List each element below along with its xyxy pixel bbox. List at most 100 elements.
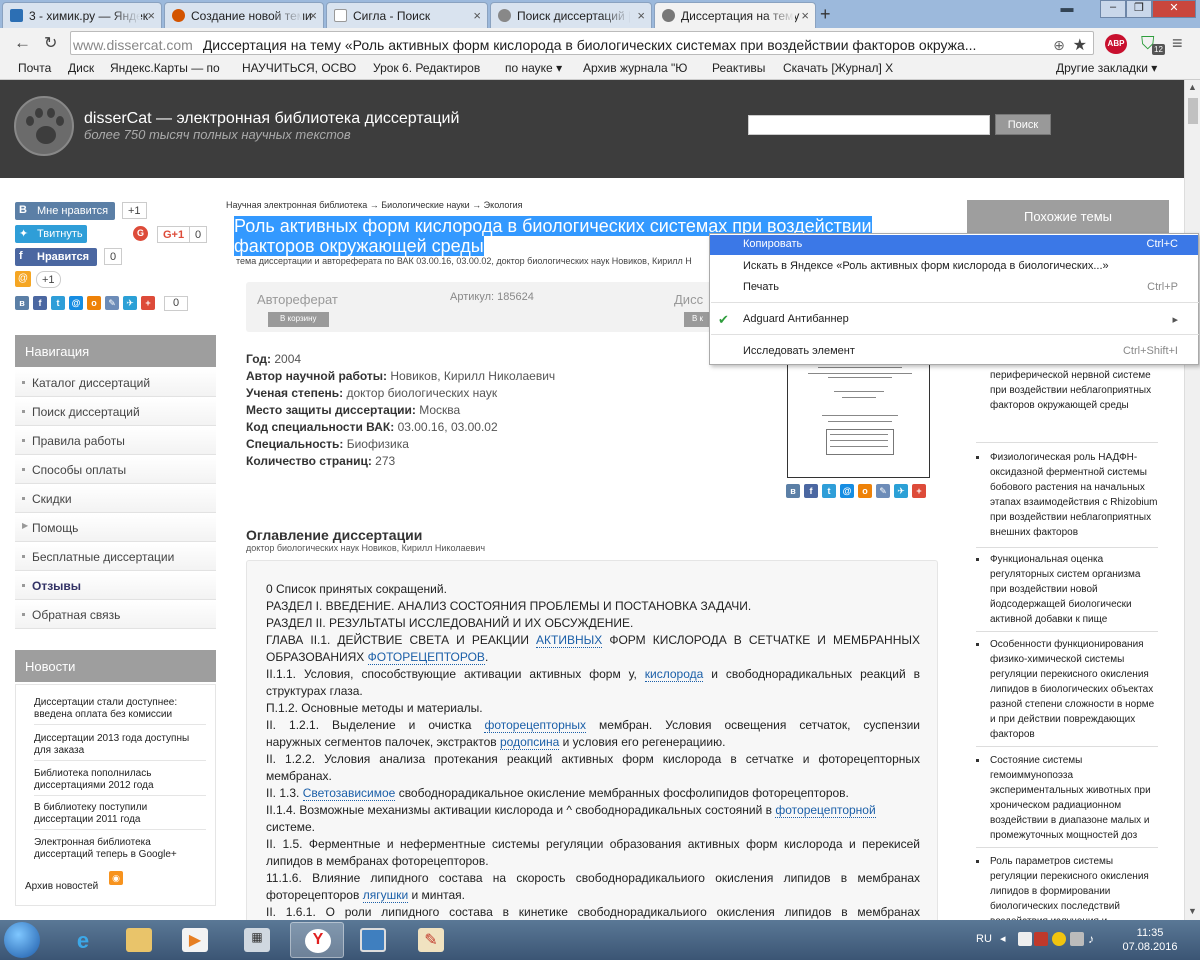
tab-new-topic[interactable]: Создание новой теми × [164, 2, 324, 28]
glossary-link[interactable]: фоторецепторных [484, 718, 587, 733]
scroll-down-arrow-icon[interactable]: ▼ [1188, 906, 1197, 916]
maximize-button[interactable]: ❐ [1126, 0, 1152, 18]
adblock-plus-icon[interactable]: ABP [1105, 34, 1127, 54]
show-hidden-icons-icon[interactable]: ◂ [1000, 932, 1006, 945]
tray-app-icon[interactable] [1018, 932, 1032, 946]
scroll-up-arrow-icon[interactable]: ▲ [1188, 82, 1197, 92]
other-bookmarks[interactable]: Другие закладки ▾ [1056, 61, 1157, 75]
nav-item-free[interactable]: Бесплатные диссертации [15, 543, 216, 571]
bookmark-folder[interactable]: по науке ▾ [505, 61, 562, 75]
address-bar[interactable]: www.dissercat.com Диссертация на тему «Ро… [70, 31, 1094, 55]
tab-himik[interactable]: 3 - химик.ру — Яндек × [2, 2, 162, 28]
news-item[interactable]: Диссертации стали доступнее: введена опл… [34, 697, 206, 725]
vk-share-icon[interactable]: в [15, 296, 29, 310]
nav-item-reviews[interactable]: Отзывы [15, 572, 216, 600]
tray-antivirus-icon[interactable] [1034, 932, 1048, 946]
livejournal-share-icon[interactable]: ✎ [876, 484, 890, 498]
glossary-link[interactable]: лягушки [362, 888, 409, 903]
news-item[interactable]: Диссертации 2013 года доступны для заказ… [34, 733, 206, 761]
bookmark-item[interactable]: Яндекс.Карты — по [110, 61, 220, 75]
close-tab-icon[interactable]: × [309, 8, 317, 23]
volume-icon[interactable]: ♪ [1088, 932, 1102, 946]
livejournal-share-icon[interactable]: ✎ [105, 296, 119, 310]
back-arrow-icon[interactable]: ← [14, 33, 31, 53]
title-page-thumbnail[interactable] [787, 358, 930, 478]
taskbar-paint[interactable]: ✎ [404, 922, 458, 958]
news-item[interactable]: В библиотеку поступили диссертации 2011 … [34, 802, 206, 830]
moimir-share-icon[interactable]: ✈ [894, 484, 908, 498]
page-scrollbar[interactable]: ▲ ▼ [1184, 80, 1200, 920]
taskbar-file-explorer[interactable] [112, 922, 166, 958]
facebook-share-icon[interactable]: f [33, 296, 47, 310]
language-indicator[interactable]: RU [976, 933, 992, 945]
rss-icon[interactable]: ◉ [109, 871, 123, 885]
minimize-button[interactable]: – [1100, 0, 1126, 18]
tray-updater-icon[interactable] [1052, 932, 1066, 946]
glossary-link[interactable]: Светозависимое [302, 786, 396, 801]
bookmark-item[interactable]: Почта [18, 61, 51, 75]
vk-share-icon[interactable]: в [786, 484, 800, 498]
close-tab-icon[interactable]: × [637, 8, 645, 23]
scroll-thumb[interactable] [1188, 98, 1198, 124]
menu-item-inspect[interactable]: Исследовать элемент Ctrl+Shift+I [710, 342, 1198, 362]
moimir-share-icon[interactable]: ✈ [123, 296, 137, 310]
nav-item-payment[interactable]: Способы оплаты [15, 456, 216, 484]
close-tab-icon[interactable]: × [147, 8, 155, 23]
glossary-link[interactable]: АКТИВНЫХ [536, 633, 603, 648]
close-window-button[interactable]: ✕ [1152, 0, 1196, 18]
menu-item-copy[interactable]: Копировать Ctrl+C [710, 235, 1198, 255]
browser-menu-icon[interactable]: ≡ [1172, 33, 1183, 54]
more-share-icon[interactable]: + [141, 296, 155, 310]
nav-item-search[interactable]: Поиск диссертаций [15, 398, 216, 426]
add-abstract-to-cart-button[interactable]: В корзину [268, 312, 329, 327]
close-tab-icon[interactable]: × [801, 8, 809, 23]
site-name[interactable]: disserCat — электронная библиотека диссе… [84, 110, 459, 128]
taskbar-internet-explorer[interactable]: e [56, 922, 110, 958]
odnoklassniki-share-icon[interactable]: о [858, 484, 872, 498]
facebook-share-icon[interactable]: f [804, 484, 818, 498]
reload-icon[interactable]: ↻ [44, 33, 57, 53]
new-tab-icon[interactable]: + [820, 4, 831, 25]
taskbar-yandex-browser[interactable]: Y [290, 922, 344, 958]
nav-item-discounts[interactable]: Скидки [15, 485, 216, 513]
similar-topic-item[interactable]: Особенности функционирования физико-хими… [976, 637, 1158, 742]
news-item[interactable]: Библиотека пополнилась диссертациями 201… [34, 768, 206, 796]
tab-dissertation-topic[interactable]: Диссертация на тему × [654, 2, 816, 28]
bookmark-item[interactable]: Диск [68, 61, 94, 75]
gplus-button[interactable]: G+1 [157, 226, 191, 243]
menu-item-print[interactable]: Печать Ctrl+P [710, 278, 1198, 298]
tab-dissertation-search[interactable]: Поиск диссертаций | × [490, 2, 652, 28]
more-share-icon[interactable]: + [912, 484, 926, 498]
taskbar-picture-viewer[interactable] [346, 922, 400, 958]
nav-item-catalog[interactable]: Каталог диссертаций [15, 369, 216, 397]
tab-sigla-search[interactable]: Сигла - Поиск × [326, 2, 488, 28]
news-archive-link[interactable]: Архив новостей [25, 881, 98, 892]
bookmark-star-icon[interactable]: ★ [1073, 37, 1087, 54]
add-dissertation-to-cart-button[interactable]: В к [684, 312, 712, 327]
taskbar-media-player[interactable]: ▶ [168, 922, 222, 958]
menu-item-adguard[interactable]: ✔ Adguard Антибаннер ▸ [710, 310, 1198, 330]
bookmark-item[interactable]: Урок 6. Редактиров [373, 61, 480, 75]
glossary-link[interactable]: родопсина [500, 735, 560, 750]
twitter-share-icon[interactable]: t [51, 296, 65, 310]
bookmark-item[interactable]: Архив журнала "Ю [583, 61, 687, 75]
google-plus-icon[interactable]: G [133, 226, 148, 241]
taskbar-calculator[interactable]: ▦ [230, 922, 284, 958]
bookmark-item[interactable]: Скачать [Журнал] Х [783, 61, 893, 75]
site-search-button[interactable]: Поиск [995, 114, 1051, 135]
nav-item-rules[interactable]: Правила работы [15, 427, 216, 455]
similar-topic-item[interactable]: Роль параметров системы регуляции переки… [976, 854, 1158, 920]
bookmark-item[interactable]: НАУЧИТЬСЯ, ОСВО [242, 61, 356, 75]
similar-topic-item[interactable]: Физиологическая роль НАДФН-оксидазной фе… [976, 450, 1158, 540]
close-tab-icon[interactable]: × [473, 8, 481, 23]
translate-icon[interactable]: ⊕ [1053, 37, 1065, 53]
glossary-link[interactable]: ФОТОРЕЦЕПТОРОВ [367, 650, 485, 665]
glossary-link[interactable]: фоторецепторной [775, 803, 876, 818]
news-item[interactable]: Электронная библиотека диссертаций тепер… [34, 837, 206, 864]
network-icon[interactable] [1070, 932, 1084, 946]
nav-item-feedback[interactable]: Обратная связь [15, 601, 216, 629]
paw-logo-icon[interactable] [14, 96, 74, 156]
mail-ru-icon[interactable]: @ [15, 271, 31, 287]
bookmark-item[interactable]: Реактивы [712, 61, 765, 75]
breadcrumb[interactable]: Научная электронная библиотека → Биологи… [226, 200, 523, 210]
